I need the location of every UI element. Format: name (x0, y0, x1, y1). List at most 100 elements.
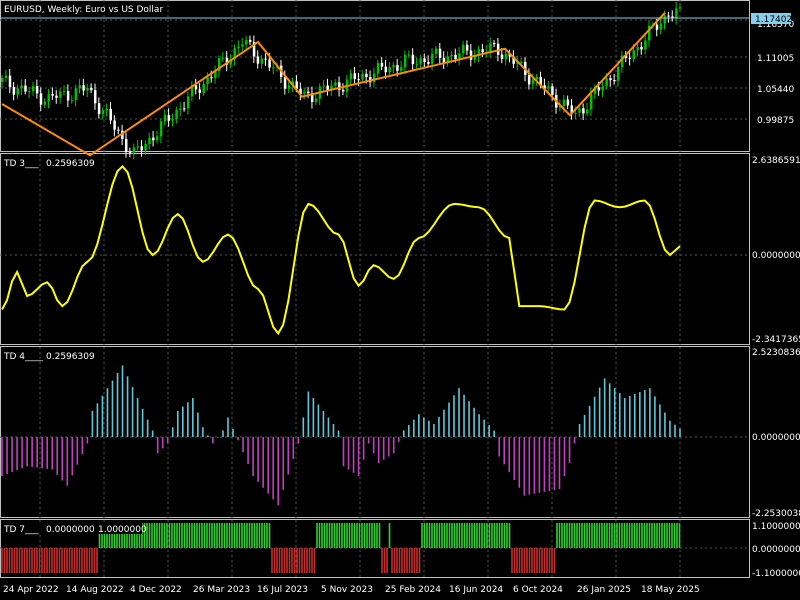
td7-bar (191, 523, 193, 548)
td7-bar (416, 548, 418, 573)
td4-bar (533, 437, 536, 494)
td7-bar (458, 523, 461, 548)
td4-bar (518, 437, 521, 488)
main-panel-title: EURUSD, Weekly: Euro vs US Dollar (4, 5, 163, 15)
candle-body (198, 89, 202, 93)
candle-body (303, 91, 306, 94)
td3-y-tick: 0.0000000 (752, 251, 800, 261)
candle-body (403, 54, 407, 68)
td4-bar (674, 424, 676, 437)
td7-bar (273, 548, 276, 573)
candle-body (155, 136, 159, 141)
td7-bar (243, 523, 246, 548)
td4-bar (618, 393, 621, 437)
x-tick: 6 Oct 2024 (513, 585, 563, 595)
td7-bar (466, 523, 468, 548)
candle-body (640, 47, 643, 50)
td4-bar (111, 380, 114, 437)
td7-bar (433, 523, 436, 548)
td7-bar (606, 523, 608, 548)
td7-bar (6, 548, 8, 573)
td7-bar (526, 548, 528, 573)
td7-bar (83, 548, 86, 573)
candle-body (419, 58, 422, 64)
td7-bar (521, 548, 523, 573)
td7-bar (48, 548, 51, 573)
td7-bar (228, 523, 231, 548)
candle-body (20, 85, 23, 89)
td7-bar (188, 523, 191, 548)
td7-bar (378, 523, 381, 548)
td7-bar (618, 523, 621, 548)
td4-bar (86, 437, 89, 444)
td7-bar (86, 548, 88, 573)
td7-bar (348, 523, 351, 548)
td7-bar (553, 548, 556, 573)
td4-bar (367, 437, 370, 444)
candle-body (504, 53, 508, 60)
candle-body (12, 87, 16, 95)
td4-y-tick: 0.0000000 (752, 433, 800, 443)
candle-body (601, 86, 605, 91)
td7-bar (523, 548, 526, 573)
td4-bar (257, 437, 259, 482)
td7-bar (613, 523, 616, 548)
td7-bar (643, 523, 646, 548)
td4-bar (418, 414, 420, 437)
candle-body (493, 43, 496, 45)
candle-body (632, 50, 636, 59)
td7-bar (663, 523, 666, 548)
trading-chart[interactable]: EURUSD, Weekly: Euro vs US Dollar 1.1657… (0, 0, 800, 600)
candle-body (43, 101, 47, 105)
td4-bar (493, 430, 495, 437)
td7-bar (211, 523, 213, 548)
td7-bar (271, 548, 273, 573)
candle-body (562, 99, 566, 107)
candle-body (663, 15, 667, 24)
candle-body (55, 95, 58, 98)
candle-body (78, 85, 81, 89)
td7-bar (561, 523, 563, 548)
td7-bar (621, 523, 623, 548)
td7-bar (616, 523, 618, 548)
candle-body (248, 39, 252, 42)
candle-body (566, 99, 570, 106)
td7-bar (258, 523, 261, 548)
td4-bar (669, 420, 671, 437)
td7-bar (543, 548, 546, 573)
td4-bar (679, 428, 681, 437)
td7-bar (518, 548, 521, 573)
td4-bar (528, 437, 531, 495)
candle-body (527, 74, 531, 85)
candle-body (47, 94, 50, 102)
td7-bar (31, 548, 33, 573)
td7-bar (558, 523, 561, 548)
candle-body (465, 44, 469, 51)
td7-bar (163, 523, 166, 548)
td7-bar (41, 548, 43, 573)
td4-bar (292, 437, 295, 459)
x-axis: 24 Apr 2022 14 Aug 2022 4 Dec 2022 26 Ma… (3, 585, 700, 595)
td7-bar (498, 523, 501, 548)
td7-bar (656, 523, 658, 548)
td4-histogram (1, 365, 681, 506)
candle-body (411, 54, 415, 65)
td7-bar (208, 523, 211, 548)
candle-body (210, 77, 213, 79)
td7-value-0: 0.0000000 (46, 525, 95, 535)
td7-bar (336, 523, 338, 548)
td4-bar (347, 437, 350, 470)
td7-bar (176, 523, 178, 548)
td7-bar (148, 523, 151, 548)
td7-bar (311, 548, 313, 573)
td4-bar (192, 397, 194, 437)
candle-body (128, 152, 132, 154)
candle-body (341, 89, 345, 92)
td4-bar (227, 417, 229, 437)
td7-bar (676, 523, 678, 548)
td7-bar (11, 548, 13, 573)
td7-bar (603, 523, 606, 548)
td4-bar (252, 437, 254, 477)
td4-bar (659, 404, 661, 437)
td7-bar (481, 523, 483, 548)
